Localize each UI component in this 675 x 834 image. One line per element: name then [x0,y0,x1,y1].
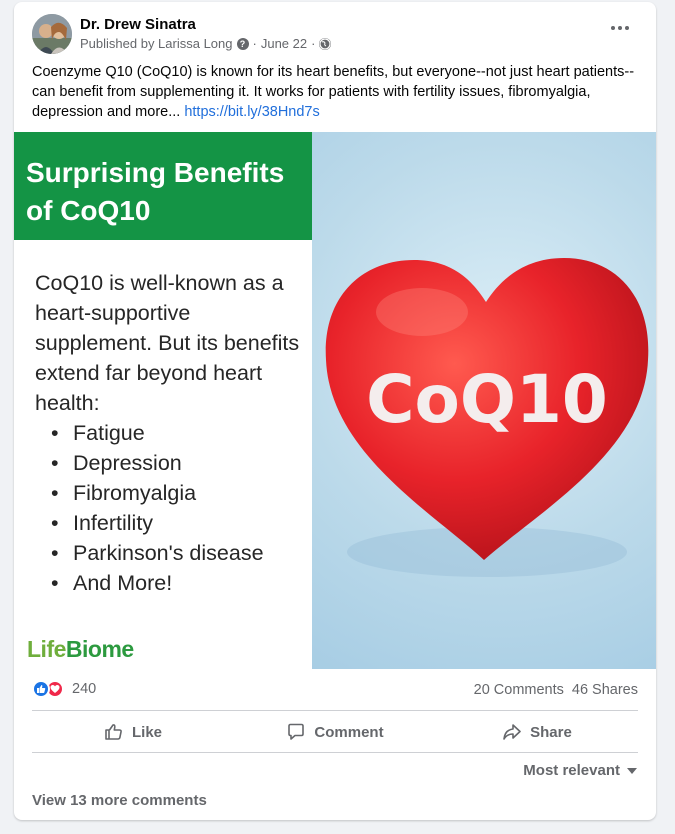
image-left-panel: Surprising Benefits of CoQ10 CoQ10 is we… [14,132,312,669]
green-banner: Surprising Benefits of CoQ10 [14,132,312,240]
post-header: Dr. Drew Sinatra Published by Larissa Lo… [32,14,638,54]
benefit-item: Fibromyalgia [51,478,264,508]
image-right-panel: CoQ10 [312,132,656,669]
share-label: Share [530,723,572,741]
comment-button[interactable]: Comment [234,714,436,750]
comments-count[interactable]: 20 Comments [474,682,564,698]
divider [32,752,638,753]
view-more-comments-link[interactable]: View 13 more comments [32,792,207,809]
comment-label: Comment [314,723,384,741]
published-by: Published by Larissa Long [80,36,233,51]
reactions-summary[interactable]: 240 [32,680,96,698]
post-image[interactable]: Surprising Benefits of CoQ10 CoQ10 is we… [14,132,656,669]
share-button[interactable]: Share [436,714,638,750]
like-label: Like [131,723,162,741]
heart-icon: CoQ10 [325,258,649,577]
action-bar: Like Comment Share [32,714,638,750]
banner-title: Surprising Benefits of CoQ10 [26,157,285,226]
image-body-text: CoQ10 is well-known as a heart-supportiv… [35,271,300,415]
benefit-item: Depression [51,448,264,478]
like-button[interactable]: Like [32,714,234,750]
more-options-icon[interactable] [606,18,634,38]
benefit-item: Infertility [51,508,264,538]
post-card: Dr. Drew Sinatra Published by Larissa Lo… [14,2,656,820]
post-text: Coenzyme Q10 (CoQ10) is known for its he… [32,62,642,122]
like-reaction-icon [32,680,50,698]
post-date[interactable]: June 22 [261,36,307,51]
share-icon [503,724,521,740]
reaction-count: 240 [72,681,97,697]
benefit-item: Fatigue [51,418,264,448]
meta-separator: · [311,36,316,51]
benefit-item: And More! [51,568,264,598]
post-body: Coenzyme Q10 (CoQ10) is known for its he… [32,64,635,120]
lifebiome-logo: LifeBiome [27,636,134,662]
globe-icon [319,37,332,50]
post-stats: 240 20 Comments 46 Shares [32,678,638,702]
chevron-down-icon [627,767,637,774]
heart-label: CoQ10 [366,361,608,438]
engagement-counts: 20 Comments 46 Shares [474,682,638,698]
meta-separator: · [252,36,257,51]
comment-sort-dropdown[interactable]: Most relevant [523,762,638,779]
post-link[interactable]: https://bit.ly/38Hnd7s [184,104,319,120]
author-name[interactable]: Dr. Drew Sinatra [80,16,196,33]
author-avatar[interactable] [32,14,72,54]
comment-icon [288,723,305,740]
divider [32,710,638,711]
benefit-item: Parkinson's disease [51,538,264,568]
post-meta: Published by Larissa Long ? · June 22 · [80,36,332,51]
shares-count[interactable]: 46 Shares [572,682,638,698]
sort-label: Most relevant [523,762,620,779]
benefits-list: Fatigue Depression Fibromyalgia Infertil… [51,418,264,598]
question-icon[interactable]: ? [236,37,249,50]
thumbs-up-icon [105,724,122,740]
